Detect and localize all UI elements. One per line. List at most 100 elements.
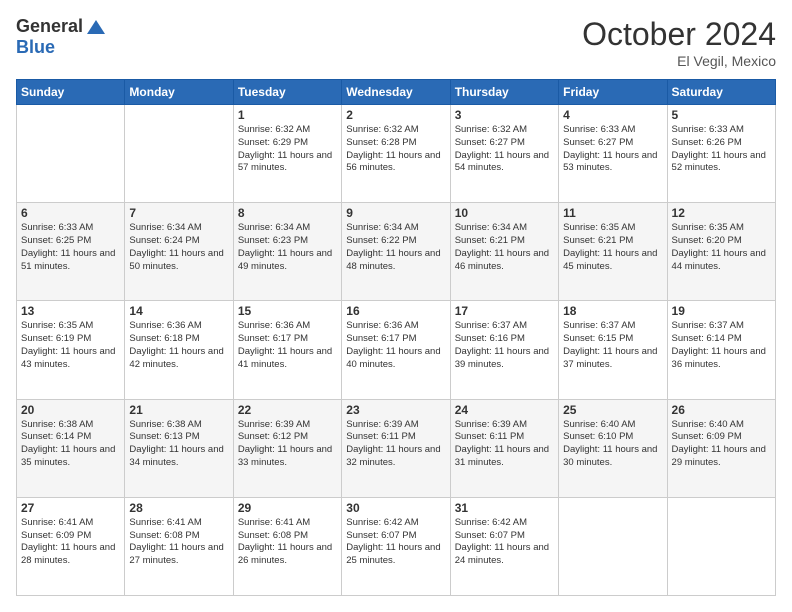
cell-content: Sunrise: 6:34 AM Sunset: 6:23 PM Dayligh…: [238, 222, 337, 273]
day-number: 21: [129, 403, 228, 417]
day-number: 23: [346, 403, 445, 417]
logo-icon: [85, 16, 107, 38]
cell-content: Sunrise: 6:42 AM Sunset: 6:07 PM Dayligh…: [346, 517, 445, 568]
day-number: 15: [238, 304, 337, 318]
cell-content: Sunrise: 6:33 AM Sunset: 6:27 PM Dayligh…: [563, 124, 662, 175]
day-number: 5: [672, 108, 771, 122]
weekday-saturday: Saturday: [667, 80, 775, 105]
calendar-cell: 11 Sunrise: 6:35 AM Sunset: 6:21 PM Dayli…: [559, 203, 667, 301]
weekday-sunday: Sunday: [17, 80, 125, 105]
calendar-cell: 13 Sunrise: 6:35 AM Sunset: 6:19 PM Dayli…: [17, 301, 125, 399]
calendar-cell: 12Sunrise: 6:35 AM Sunset: 6:20 PM Dayli…: [667, 203, 775, 301]
day-number: 25: [563, 403, 662, 417]
cell-content: Sunrise: 6:35 AM Sunset: 6:19 PM Dayligh…: [21, 320, 120, 371]
cell-content: Sunrise: 6:38 AM Sunset: 6:13 PM Dayligh…: [129, 419, 228, 470]
header: General Blue October 2024 El Vegil, Mexi…: [16, 16, 776, 69]
day-number: 14: [129, 304, 228, 318]
day-number: 8: [238, 206, 337, 220]
weekday-tuesday: Tuesday: [233, 80, 341, 105]
calendar-cell: 18 Sunrise: 6:37 AM Sunset: 6:15 PM Dayli…: [559, 301, 667, 399]
day-number: 18: [563, 304, 662, 318]
logo-general: General: [16, 16, 83, 36]
page: General Blue October 2024 El Vegil, Mexi…: [0, 0, 792, 612]
day-number: 29: [238, 501, 337, 515]
cell-content: Sunrise: 6:41 AM Sunset: 6:08 PM Dayligh…: [238, 517, 337, 568]
day-number: 2: [346, 108, 445, 122]
calendar-cell: 7 Sunrise: 6:34 AM Sunset: 6:24 PM Daylig…: [125, 203, 233, 301]
cell-content: Sunrise: 6:34 AM Sunset: 6:24 PM Dayligh…: [129, 222, 228, 273]
week-row-3: 13 Sunrise: 6:35 AM Sunset: 6:19 PM Dayli…: [17, 301, 776, 399]
day-number: 13: [21, 304, 120, 318]
day-number: 7: [129, 206, 228, 220]
calendar-cell: 14 Sunrise: 6:36 AM Sunset: 6:18 PM Dayli…: [125, 301, 233, 399]
cell-content: Sunrise: 6:36 AM Sunset: 6:17 PM Dayligh…: [346, 320, 445, 371]
logo-text: General Blue: [16, 16, 107, 58]
day-number: 10: [455, 206, 554, 220]
cell-content: Sunrise: 6:37 AM Sunset: 6:15 PM Dayligh…: [563, 320, 662, 371]
calendar-cell: 2 Sunrise: 6:32 AM Sunset: 6:28 PM Daylig…: [342, 105, 450, 203]
day-number: 27: [21, 501, 120, 515]
day-number: 17: [455, 304, 554, 318]
day-number: 24: [455, 403, 554, 417]
week-row-2: 6Sunrise: 6:33 AM Sunset: 6:25 PM Daylig…: [17, 203, 776, 301]
cell-content: Sunrise: 6:34 AM Sunset: 6:22 PM Dayligh…: [346, 222, 445, 273]
calendar-cell: 1 Sunrise: 6:32 AM Sunset: 6:29 PM Daylig…: [233, 105, 341, 203]
calendar-cell: [559, 497, 667, 595]
weekday-friday: Friday: [559, 80, 667, 105]
cell-content: Sunrise: 6:32 AM Sunset: 6:29 PM Dayligh…: [238, 124, 337, 175]
calendar-cell: 19 Sunrise: 6:37 AM Sunset: 6:14 PM Dayli…: [667, 301, 775, 399]
calendar-cell: [17, 105, 125, 203]
cell-content: Sunrise: 6:33 AM Sunset: 6:26 PM Dayligh…: [672, 124, 771, 175]
weekday-monday: Monday: [125, 80, 233, 105]
cell-content: Sunrise: 6:35 AM Sunset: 6:21 PM Dayligh…: [563, 222, 662, 273]
day-number: 4: [563, 108, 662, 122]
day-number: 1: [238, 108, 337, 122]
calendar-cell: 5 Sunrise: 6:33 AM Sunset: 6:26 PM Daylig…: [667, 105, 775, 203]
title-section: October 2024 El Vegil, Mexico: [582, 16, 776, 69]
calendar-cell: 4 Sunrise: 6:33 AM Sunset: 6:27 PM Daylig…: [559, 105, 667, 203]
logo-blue: Blue: [16, 37, 55, 57]
cell-content: Sunrise: 6:40 AM Sunset: 6:09 PM Dayligh…: [672, 419, 771, 470]
calendar-cell: 9Sunrise: 6:34 AM Sunset: 6:22 PM Daylig…: [342, 203, 450, 301]
cell-content: Sunrise: 6:32 AM Sunset: 6:28 PM Dayligh…: [346, 124, 445, 175]
week-row-5: 27 Sunrise: 6:41 AM Sunset: 6:09 PM Dayli…: [17, 497, 776, 595]
calendar-cell: 29 Sunrise: 6:41 AM Sunset: 6:08 PM Dayli…: [233, 497, 341, 595]
cell-content: Sunrise: 6:37 AM Sunset: 6:16 PM Dayligh…: [455, 320, 554, 371]
day-number: 28: [129, 501, 228, 515]
calendar-cell: 10 Sunrise: 6:34 AM Sunset: 6:21 PM Dayli…: [450, 203, 558, 301]
cell-content: Sunrise: 6:36 AM Sunset: 6:18 PM Dayligh…: [129, 320, 228, 371]
cell-content: Sunrise: 6:39 AM Sunset: 6:11 PM Dayligh…: [455, 419, 554, 470]
calendar-cell: 31Sunrise: 6:42 AM Sunset: 6:07 PM Dayli…: [450, 497, 558, 595]
calendar: SundayMondayTuesdayWednesdayThursdayFrid…: [16, 79, 776, 596]
calendar-cell: 25 Sunrise: 6:40 AM Sunset: 6:10 PM Dayli…: [559, 399, 667, 497]
day-number: 11: [563, 206, 662, 220]
calendar-cell: 28 Sunrise: 6:41 AM Sunset: 6:08 PM Dayli…: [125, 497, 233, 595]
calendar-cell: 21 Sunrise: 6:38 AM Sunset: 6:13 PM Dayli…: [125, 399, 233, 497]
calendar-cell: 8 Sunrise: 6:34 AM Sunset: 6:23 PM Daylig…: [233, 203, 341, 301]
cell-content: Sunrise: 6:37 AM Sunset: 6:14 PM Dayligh…: [672, 320, 771, 371]
day-number: 30: [346, 501, 445, 515]
day-number: 22: [238, 403, 337, 417]
calendar-cell: [667, 497, 775, 595]
week-row-4: 20Sunrise: 6:38 AM Sunset: 6:14 PM Dayli…: [17, 399, 776, 497]
cell-content: Sunrise: 6:41 AM Sunset: 6:08 PM Dayligh…: [129, 517, 228, 568]
calendar-cell: 26 Sunrise: 6:40 AM Sunset: 6:09 PM Dayli…: [667, 399, 775, 497]
day-number: 20: [21, 403, 120, 417]
day-number: 26: [672, 403, 771, 417]
cell-content: Sunrise: 6:40 AM Sunset: 6:10 PM Dayligh…: [563, 419, 662, 470]
cell-content: Sunrise: 6:36 AM Sunset: 6:17 PM Dayligh…: [238, 320, 337, 371]
day-number: 19: [672, 304, 771, 318]
cell-content: Sunrise: 6:39 AM Sunset: 6:11 PM Dayligh…: [346, 419, 445, 470]
calendar-cell: 20Sunrise: 6:38 AM Sunset: 6:14 PM Dayli…: [17, 399, 125, 497]
calendar-cell: 6Sunrise: 6:33 AM Sunset: 6:25 PM Daylig…: [17, 203, 125, 301]
day-number: 3: [455, 108, 554, 122]
calendar-cell: [125, 105, 233, 203]
day-number: 16: [346, 304, 445, 318]
cell-content: Sunrise: 6:41 AM Sunset: 6:09 PM Dayligh…: [21, 517, 120, 568]
calendar-cell: 22Sunrise: 6:39 AM Sunset: 6:12 PM Dayli…: [233, 399, 341, 497]
calendar-cell: 16 Sunrise: 6:36 AM Sunset: 6:17 PM Dayli…: [342, 301, 450, 399]
logo: General Blue: [16, 16, 107, 58]
cell-content: Sunrise: 6:42 AM Sunset: 6:07 PM Dayligh…: [455, 517, 554, 568]
weekday-header-row: SundayMondayTuesdayWednesdayThursdayFrid…: [17, 80, 776, 105]
cell-content: Sunrise: 6:34 AM Sunset: 6:21 PM Dayligh…: [455, 222, 554, 273]
